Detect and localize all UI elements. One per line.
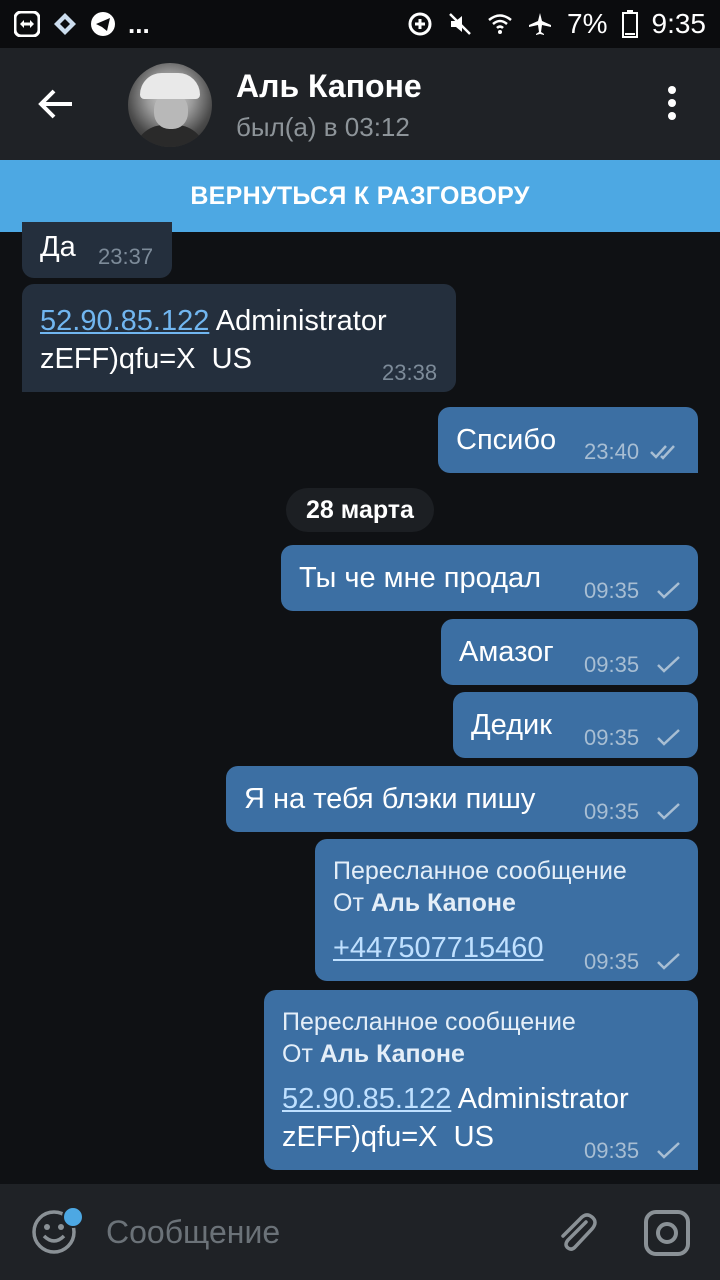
- message-bubble-outgoing[interactable]: Амазог 09:35: [441, 619, 698, 685]
- forwarded-from: От Аль Капоне: [333, 889, 516, 917]
- forwarded-message-bubble[interactable]: Пересланное сообщение От Аль Капоне +447…: [315, 839, 698, 981]
- check-icon: [657, 953, 680, 970]
- message-time: 09:35: [584, 799, 640, 824]
- message-bubble-outgoing[interactable]: Спсибо 23:40: [438, 407, 698, 473]
- teamviewer-icon: [14, 11, 40, 37]
- paperclip-icon[interactable]: [552, 1208, 600, 1256]
- wifi-icon: [488, 14, 512, 34]
- message-time: 09:35: [584, 652, 640, 677]
- battery-percent: 7%: [567, 8, 608, 39]
- message-input[interactable]: Сообщение: [106, 1214, 280, 1251]
- message-text: Ты че мне продал: [299, 562, 542, 594]
- message-text-line2: zEFF)qfu=X US: [282, 1121, 494, 1153]
- check-icon: [657, 729, 680, 746]
- ip-link[interactable]: 52.90.85.122: [40, 305, 209, 337]
- message-bubble-outgoing[interactable]: Ты че мне продал 09:35: [281, 545, 698, 611]
- forwarded-from-name[interactable]: Аль Капоне: [320, 1040, 465, 1068]
- ip-link[interactable]: 52.90.85.122: [282, 1083, 451, 1115]
- check-icon: [657, 656, 680, 673]
- data-saver-icon: [408, 12, 432, 36]
- phone-link[interactable]: +447507715460: [333, 932, 543, 964]
- telegram-icon: [91, 12, 115, 36]
- more-vertical-icon[interactable]: [660, 86, 684, 126]
- forwarded-from: От Аль Капоне: [282, 1040, 465, 1068]
- message-time: 09:35: [584, 1138, 640, 1163]
- message-bubble-incoming[interactable]: 52.90.85.122 Administrator zEFF)qfu=X US…: [22, 284, 456, 392]
- check-icon: [657, 803, 680, 820]
- message-text: Спсибо: [456, 424, 557, 456]
- message-text: Дедик: [471, 709, 552, 741]
- check-icon: [657, 582, 680, 599]
- message-text: Да: [40, 231, 76, 263]
- double-check-icon: [650, 445, 675, 460]
- message-bubble-outgoing[interactable]: Дедик 09:35: [453, 692, 698, 758]
- mute-icon: [449, 13, 471, 35]
- arrow-left-icon[interactable]: [34, 82, 78, 126]
- message-time: 23:38: [382, 360, 438, 385]
- message-time: 09:35: [584, 578, 640, 603]
- contact-name[interactable]: Аль Капоне: [236, 68, 422, 105]
- chat-header: Аль Капоне был(а) в 03:12: [0, 48, 720, 160]
- diamond-app-icon: [54, 13, 76, 35]
- forwarded-label: Пересланное сообщение: [282, 1008, 576, 1036]
- message-text: Administrator: [451, 1083, 629, 1115]
- message-composer: Сообщение: [0, 1184, 720, 1280]
- clock: 9:35: [651, 8, 707, 39]
- camera-icon[interactable]: [642, 1208, 692, 1258]
- message-bubble-outgoing[interactable]: Я на тебя блэки пишу 09:35: [226, 766, 698, 832]
- forwarded-from-name[interactable]: Аль Капоне: [371, 889, 516, 917]
- message-time: 23:40: [584, 439, 640, 464]
- status-bar: ... 7% 9:35: [0, 0, 720, 48]
- message-text: Я на тебя блэки пишу: [244, 783, 536, 815]
- last-seen-status: был(а) в 03:12: [236, 112, 410, 142]
- forwarded-label: Пересланное сообщение: [333, 857, 627, 885]
- message-bubble-incoming[interactable]: Да 23:37: [22, 222, 172, 278]
- forwarded-message-bubble[interactable]: Пересланное сообщение От Аль Капоне 52.9…: [264, 990, 698, 1170]
- message-time: 23:37: [98, 244, 154, 269]
- message-text: Амазог: [459, 636, 554, 668]
- message-text: Administrator: [209, 305, 387, 337]
- message-time: 09:35: [584, 725, 640, 750]
- airplane-icon: [529, 13, 552, 35]
- notification-dot: [62, 1206, 84, 1228]
- message-time: 09:35: [584, 949, 640, 974]
- avatar[interactable]: [128, 63, 212, 147]
- message-text-line2: zEFF)qfu=X US: [40, 343, 252, 375]
- check-icon: [657, 1142, 680, 1159]
- date-separator: 28 марта: [286, 488, 434, 532]
- status-more: ...: [128, 8, 150, 39]
- battery-icon: [621, 10, 638, 38]
